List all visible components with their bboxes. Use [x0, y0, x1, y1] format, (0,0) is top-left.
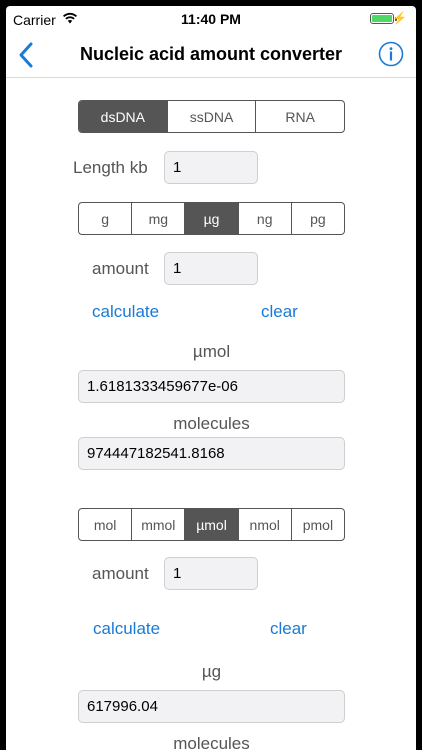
calculate-mole-button[interactable]: calculate: [93, 619, 160, 639]
nucleic-acid-type-segment: dsDNA ssDNA RNA: [78, 100, 345, 133]
segment-pmol[interactable]: pmol: [290, 509, 344, 540]
segment-rna[interactable]: RNA: [255, 101, 344, 132]
segment-mmol[interactable]: mmol: [131, 509, 184, 540]
clear-mass-button[interactable]: clear: [261, 302, 298, 322]
length-input[interactable]: 1: [164, 151, 258, 184]
charging-bolt-icon: ⚡: [392, 11, 407, 25]
status-time: 11:40 PM: [181, 11, 241, 27]
mole-amount-input[interactable]: 1: [164, 557, 258, 590]
segment-ssdna[interactable]: ssDNA: [166, 101, 256, 132]
molecules-result-field[interactable]: 974447182541.8168: [78, 437, 345, 470]
molecules-result-label: molecules: [173, 414, 250, 433]
mole-unit-segment: mol mmol µmol nmol pmol: [78, 508, 345, 541]
segment-pg[interactable]: pg: [290, 203, 344, 234]
segment-ng[interactable]: ng: [237, 203, 291, 234]
segment-mol[interactable]: mol: [79, 509, 131, 540]
mol-result-field[interactable]: 1.6181333459677e-06: [78, 370, 345, 403]
status-bar: Carrier 11:40 PM ⚡: [6, 6, 416, 32]
length-label: Length kb: [73, 158, 148, 177]
molecules-result-label-2: molecules: [173, 734, 250, 750]
app-screen: Carrier 11:40 PM ⚡ Nucleic acid amount c…: [6, 6, 416, 750]
info-icon[interactable]: [378, 41, 404, 67]
battery-level: [372, 15, 392, 22]
clear-mole-button[interactable]: clear: [270, 619, 307, 639]
mole-amount-label: amount: [92, 564, 149, 583]
segment-dsdna[interactable]: dsDNA: [79, 101, 167, 132]
mass-unit-segment: g mg µg ng pg: [78, 202, 345, 235]
navigation-bar: Nucleic acid amount converter: [6, 32, 416, 78]
device-frame: Carrier 11:40 PM ⚡ Nucleic acid amount c…: [0, 0, 422, 750]
page-title: Nucleic acid amount converter: [79, 44, 343, 64]
ug-result-label: µg: [201, 662, 222, 681]
segment-mg[interactable]: mg: [131, 203, 184, 234]
segment-g[interactable]: g: [79, 203, 131, 234]
segment-umol[interactable]: µmol: [184, 509, 238, 540]
mass-amount-input[interactable]: 1: [164, 252, 258, 285]
mol-result-label: µmol: [192, 342, 231, 361]
ug-result-field[interactable]: 617996.04: [78, 690, 345, 723]
segment-nmol[interactable]: nmol: [237, 509, 291, 540]
battery-icon: [370, 13, 397, 24]
segment-ug[interactable]: µg: [184, 203, 238, 234]
mass-amount-label: amount: [92, 259, 149, 278]
calculate-mass-button[interactable]: calculate: [92, 302, 159, 322]
